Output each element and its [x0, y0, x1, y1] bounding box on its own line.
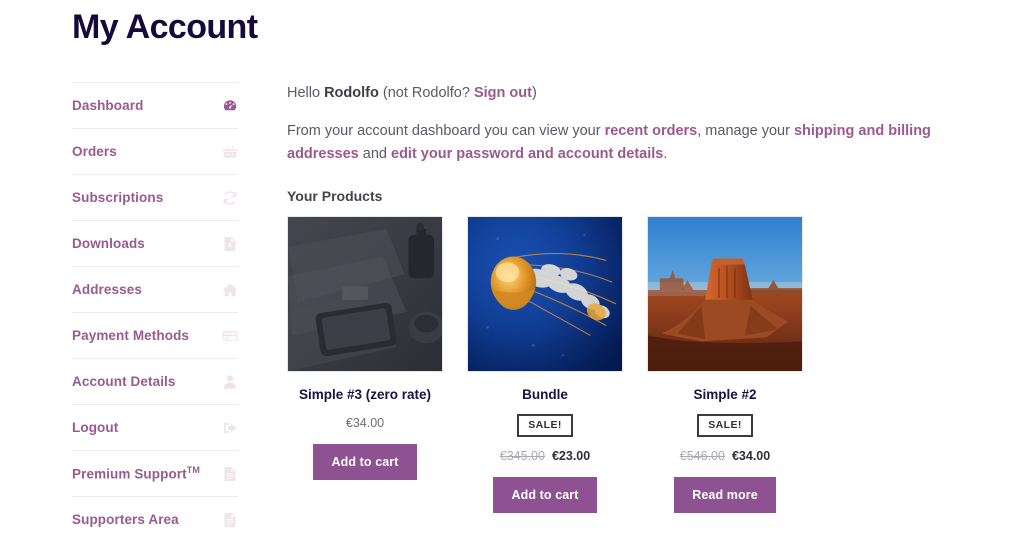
- sign-out-icon: [222, 420, 238, 436]
- product-old-price: €345.00: [499, 449, 545, 463]
- desc-part-2: , manage your: [697, 123, 794, 139]
- product-thumbnail[interactable]: [287, 216, 443, 372]
- sidebar-item-label: Downloads: [72, 236, 145, 251]
- sidebar-item-label: Subscriptions: [72, 190, 164, 205]
- trademark-mark: TM: [186, 465, 200, 476]
- product-card: Simple #2 SALE! €546.00 €34.00 Read more: [647, 216, 803, 513]
- greeting-username: Rodolfo: [324, 85, 379, 101]
- home-icon: [222, 282, 238, 298]
- user-icon: [222, 374, 238, 390]
- sidebar-item-premium-support[interactable]: Premium SupportTM: [72, 450, 238, 496]
- add-to-cart-button[interactable]: Add to cart: [313, 444, 417, 480]
- product-price-value: €34.00: [345, 416, 385, 430]
- sale-badge: SALE!: [697, 414, 753, 437]
- desc-part-1: From your account dashboard you can view…: [287, 123, 605, 139]
- sidebar-item-label: Premium SupportTM: [72, 465, 200, 482]
- account-dashboard-content: Hello Rodolfo (not Rodolfo? Sign out) Fr…: [287, 82, 987, 513]
- sidebar-item-label: Payment Methods: [72, 328, 190, 343]
- sign-out-link[interactable]: Sign out: [474, 85, 532, 101]
- product-card: Simple #3 (zero rate) €34.00 Add to cart: [287, 216, 443, 513]
- sidebar-item-label: Logout: [72, 420, 119, 435]
- sidebar-item-subscriptions[interactable]: Subscriptions: [72, 174, 238, 220]
- sale-badge: SALE!: [517, 414, 573, 437]
- recent-orders-link[interactable]: recent orders: [605, 123, 698, 139]
- sidebar-item-logout[interactable]: Logout: [72, 404, 238, 450]
- refresh-cycle-icon: [222, 190, 238, 206]
- dashboard-gauge-icon: [222, 98, 238, 114]
- page-title: My Account: [72, 8, 258, 46]
- desc-part-3: and: [358, 146, 391, 162]
- my-account-page: My Account Dashboard Orders Subscription…: [0, 0, 1024, 538]
- account-sidebar-nav: Dashboard Orders Subscriptions Downloads…: [72, 82, 238, 538]
- sidebar-item-label: Addresses: [72, 282, 142, 297]
- your-products-heading: Your Products: [287, 188, 383, 204]
- account-details-link[interactable]: edit your password and account details: [391, 146, 663, 162]
- document-icon: [222, 466, 238, 482]
- greeting-line: Hello Rodolfo (not Rodolfo? Sign out): [287, 82, 987, 104]
- product-thumbnail[interactable]: [647, 216, 803, 372]
- sidebar-item-orders[interactable]: Orders: [72, 128, 238, 174]
- greeting-close-paren: ): [531, 85, 537, 101]
- file-download-icon: [222, 236, 238, 252]
- product-thumbnail[interactable]: [467, 216, 623, 372]
- sidebar-item-label: Orders: [72, 144, 117, 159]
- sidebar-item-payment-methods[interactable]: Payment Methods: [72, 312, 238, 358]
- sidebar-item-downloads[interactable]: Downloads: [72, 220, 238, 266]
- dashboard-description: From your account dashboard you can view…: [287, 120, 987, 166]
- credit-card-icon: [222, 328, 238, 344]
- sidebar-item-label: Account Details: [72, 374, 176, 389]
- product-price: €345.00 €23.00: [467, 448, 623, 464]
- greeting-not-user: (not Rodolfo?: [378, 85, 474, 101]
- sidebar-item-addresses[interactable]: Addresses: [72, 266, 238, 312]
- sidebar-item-label: Supporters Area: [72, 512, 179, 527]
- add-to-cart-button[interactable]: Add to cart: [493, 477, 597, 513]
- product-old-price: €546.00: [679, 449, 725, 463]
- greeting-hello: Hello: [287, 85, 325, 101]
- product-grid: Simple #3 (zero rate) €34.00 Add to cart: [287, 216, 987, 513]
- product-price: €34.00: [287, 415, 443, 431]
- product-price-value: €34.00: [731, 449, 771, 463]
- product-title[interactable]: Simple #3 (zero rate): [287, 386, 443, 404]
- sidebar-item-dashboard[interactable]: Dashboard: [72, 82, 238, 128]
- product-title[interactable]: Simple #2: [647, 386, 803, 404]
- sidebar-item-account-details[interactable]: Account Details: [72, 358, 238, 404]
- product-price: €546.00 €34.00: [647, 448, 803, 464]
- product-price-value: €23.00: [551, 449, 591, 463]
- product-title[interactable]: Bundle: [467, 386, 623, 404]
- desc-part-4: .: [663, 146, 668, 162]
- document-icon: [222, 512, 238, 528]
- sidebar-item-supporters-area[interactable]: Supporters Area: [72, 496, 238, 538]
- sidebar-item-label: Dashboard: [72, 98, 144, 113]
- product-card: Bundle SALE! €345.00 €23.00 Add to cart: [467, 216, 623, 513]
- basket-icon: [222, 144, 238, 160]
- read-more-button[interactable]: Read more: [674, 477, 776, 513]
